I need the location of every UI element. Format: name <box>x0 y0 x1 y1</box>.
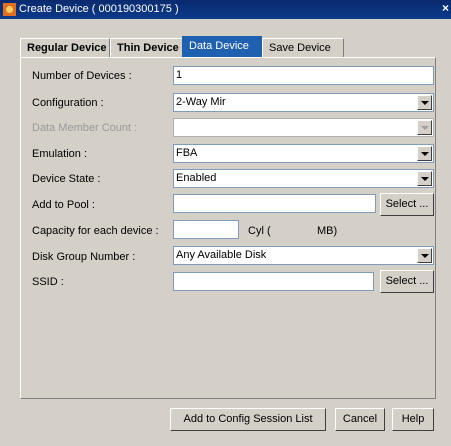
disk-group-number-label: Disk Group Number : <box>32 251 136 263</box>
close-icon[interactable]: × <box>442 1 449 15</box>
chevron-down-icon[interactable] <box>417 171 432 186</box>
disk-group-select[interactable]: Any Available Disk <box>173 246 434 265</box>
add-to-config-session-button[interactable]: Add to Config Session List <box>170 408 326 431</box>
chevron-down-icon[interactable] <box>417 95 432 110</box>
mb-unit-text: MB) <box>317 225 338 237</box>
ssid-select-button[interactable]: Select ... <box>380 270 434 293</box>
add-to-pool-input[interactable] <box>173 194 376 213</box>
capacity-input[interactable] <box>173 220 239 239</box>
data-member-count-select <box>173 118 434 137</box>
emulation-label: Emulation : <box>32 148 88 160</box>
number-of-devices-label: Number of Devices : <box>32 70 132 82</box>
window-title: Create Device ( 000190300175 ) <box>19 3 179 15</box>
configuration-label: Configuration : <box>32 97 104 109</box>
ssid-label: SSID : <box>32 276 64 288</box>
chevron-down-icon <box>417 120 432 135</box>
pool-select-button[interactable]: Select ... <box>380 193 434 216</box>
emulation-select[interactable]: FBA <box>173 144 434 163</box>
tab-save-device[interactable]: Save Device <box>262 38 344 57</box>
help-button[interactable]: Help <box>392 408 434 431</box>
data-member-count-label: Data Member Count : <box>32 122 138 134</box>
emulation-value: FBA <box>176 147 198 159</box>
ssid-input[interactable] <box>173 272 374 291</box>
disk-group-value: Any Available Disk <box>176 249 267 261</box>
device-state-value: Enabled <box>176 172 217 184</box>
device-state-label: Device State : <box>32 173 101 185</box>
title-bar: Create Device ( 000190300175 ) × <box>0 0 451 19</box>
configuration-select[interactable]: 2-Way Mir <box>173 93 434 112</box>
chevron-down-icon[interactable] <box>417 146 432 161</box>
cylinder-unit-text: Cyl ( <box>248 225 271 237</box>
device-state-select[interactable]: Enabled <box>173 169 434 188</box>
capacity-label: Capacity for each device : <box>32 225 159 237</box>
number-of-devices-input[interactable]: 1 <box>173 66 434 85</box>
tab-regular-device[interactable]: Regular Device <box>20 38 110 57</box>
app-icon <box>3 3 16 16</box>
chevron-down-icon[interactable] <box>417 248 432 263</box>
configuration-value: 2-Way Mir <box>176 96 226 108</box>
tab-thin-device[interactable]: Thin Device <box>110 38 188 57</box>
tab-data-device[interactable]: Data Device <box>182 36 262 57</box>
add-to-pool-label: Add to Pool : <box>32 199 95 211</box>
cancel-button[interactable]: Cancel <box>335 408 385 431</box>
